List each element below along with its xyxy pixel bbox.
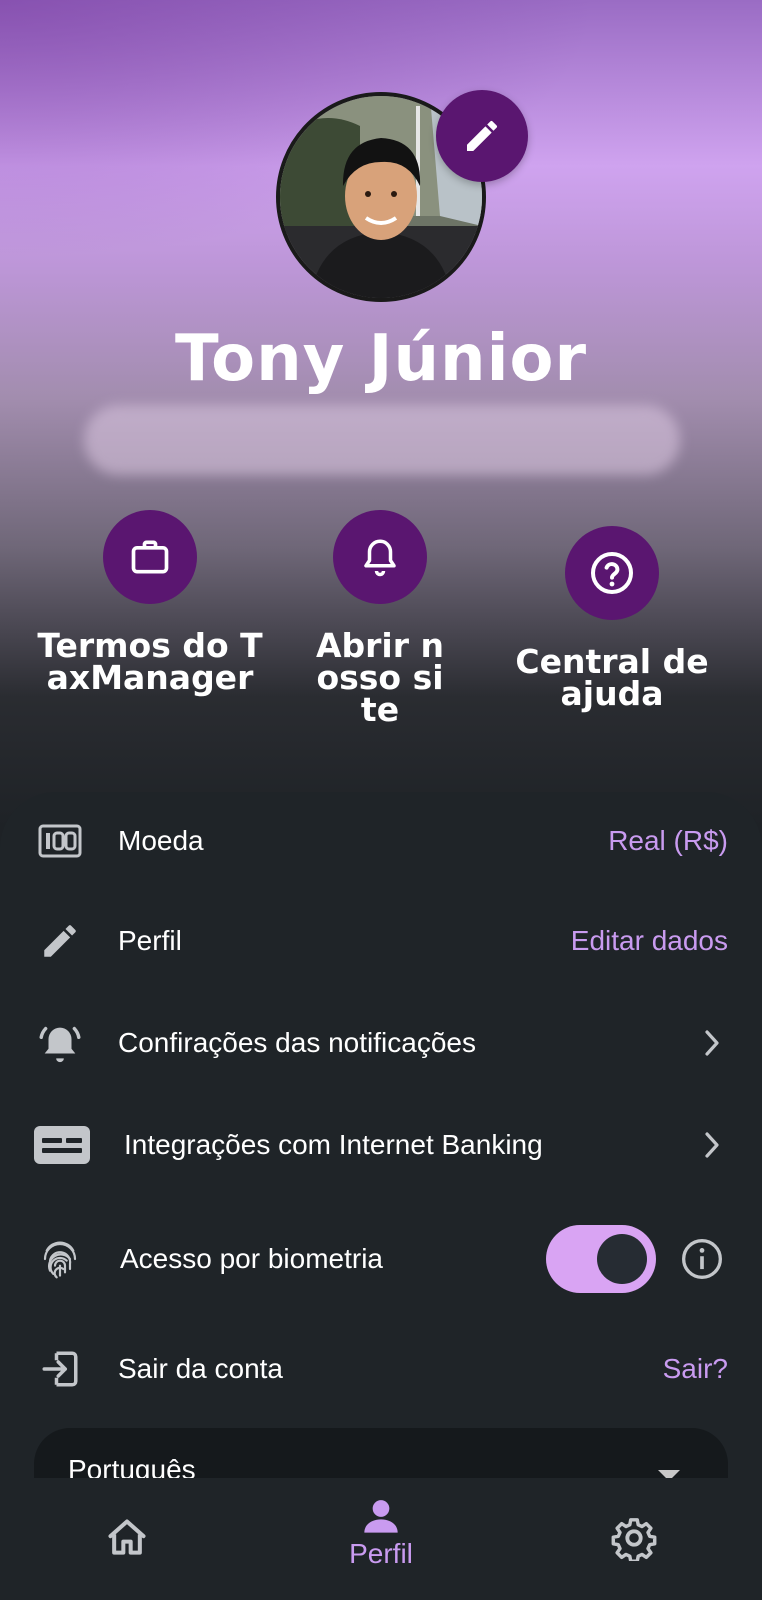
profile-name: Tony Júnior <box>174 322 588 396</box>
briefcase-icon <box>131 540 169 574</box>
chevron-right-icon <box>705 1030 719 1056</box>
quick-action-terms-circle[interactable] <box>103 510 197 604</box>
banking-label: Integrações com Internet Banking <box>124 1129 543 1160</box>
pencil-icon <box>34 915 86 967</box>
bell-icon <box>364 539 396 577</box>
currency-label: Moeda <box>118 825 204 856</box>
help-circle-icon <box>591 552 633 594</box>
toggle-knob <box>597 1234 647 1284</box>
notifications-label: Confirações das notificações <box>118 1027 476 1058</box>
quick-action-terms[interactable]: Termos do TaxManager <box>30 510 270 694</box>
bank-card-icon <box>32 1119 92 1171</box>
settings-row-notifications[interactable]: Confirações das notificações <box>0 1008 762 1078</box>
quick-action-terms-label: Termos do TaxManager <box>37 626 263 697</box>
home-icon <box>108 1519 146 1555</box>
quick-action-help[interactable]: Central de ajuda <box>492 526 732 710</box>
nav-profile-label: Perfil <box>349 1538 413 1569</box>
person-icon <box>364 1500 398 1533</box>
quick-action-help-circle[interactable] <box>565 526 659 620</box>
profile-header: Tony Júnior Termos do TaxManager Abrir n… <box>0 0 762 830</box>
nav-profile[interactable]: Perfil <box>301 1478 461 1600</box>
nav-settings[interactable] <box>554 1488 714 1588</box>
settings-row-banking[interactable]: Integrações com Internet Banking <box>0 1110 762 1180</box>
nav-home[interactable] <box>47 1488 207 1588</box>
profile-label: Perfil <box>118 925 182 956</box>
quick-action-help-label: Central de ajuda <box>515 642 709 713</box>
quick-action-website[interactable]: Abrir nosso site <box>260 510 500 726</box>
edit-avatar-button[interactable] <box>436 90 528 182</box>
logout-link[interactable]: Sair? <box>663 1353 728 1385</box>
currency-value[interactable]: Real (R$) <box>608 825 728 857</box>
quick-action-website-circle[interactable] <box>333 510 427 604</box>
bottom-nav: Perfil <box>0 1478 762 1600</box>
logout-icon <box>34 1343 86 1395</box>
redacted-email <box>84 405 680 475</box>
settings-row-logout[interactable]: Sair da conta Sair? <box>0 1334 762 1404</box>
currency-icon <box>34 815 86 867</box>
biometrics-label: Acesso por biometria <box>120 1243 384 1274</box>
quick-action-website-label: Abrir nosso site <box>315 626 444 729</box>
edit-profile-link[interactable]: Editar dados <box>571 925 728 957</box>
gear-icon <box>611 1518 657 1561</box>
settings-row-profile[interactable]: Perfil Editar dados <box>0 906 762 976</box>
logout-label: Sair da conta <box>118 1353 283 1384</box>
settings-row-biometrics: Acesso por biometria <box>0 1224 762 1294</box>
pencil-icon <box>467 120 498 151</box>
alarm-bell-icon <box>34 1017 86 1069</box>
chevron-right-icon <box>705 1132 719 1158</box>
fingerprint-icon <box>34 1233 86 1285</box>
settings-row-currency[interactable]: Moeda Real (R$) <box>0 806 762 876</box>
info-icon[interactable] <box>680 1237 724 1281</box>
biometrics-toggle[interactable] <box>546 1225 656 1293</box>
